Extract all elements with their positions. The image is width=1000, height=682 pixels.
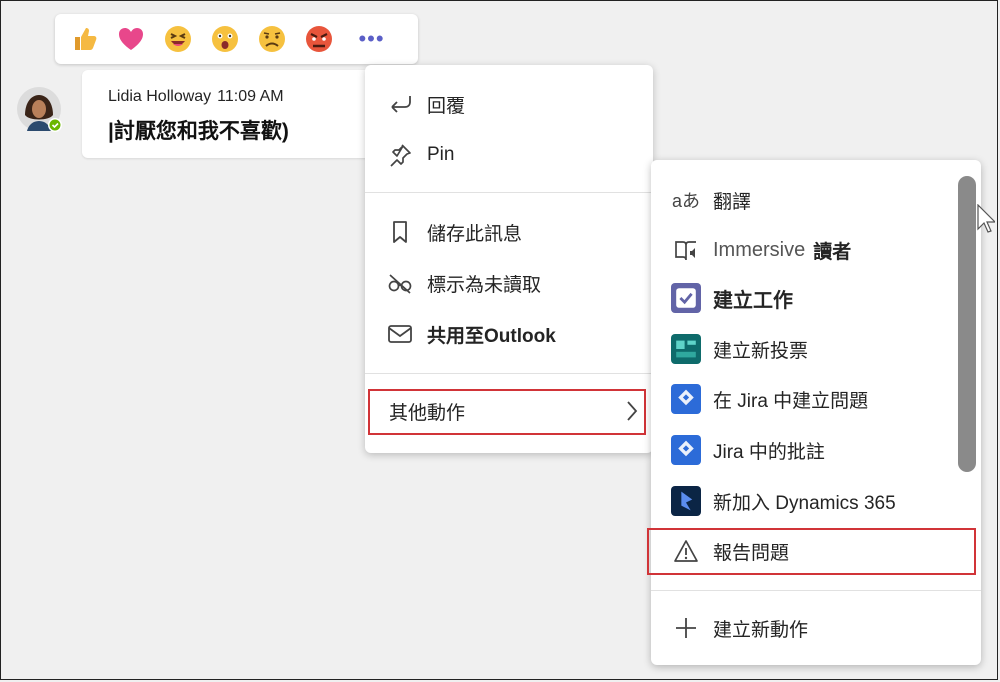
menu-separator	[365, 373, 653, 374]
glasses-off-icon	[385, 268, 415, 298]
immersive-suffix: 讀者	[813, 241, 852, 263]
message-text: |討厭您和我不喜歡)	[108, 120, 289, 143]
dynamics-label: 新加入 Dynamics 365	[713, 492, 896, 514]
message-context-menu: 回覆 Pin 儲存此訊息 標示為未讀取 共用至Outlook 其他動作	[365, 65, 653, 453]
dynamics-icon	[671, 486, 701, 516]
message-header: Lidia Holloway 11:09 AM	[108, 88, 290, 106]
dynamics-menu-item[interactable]: 新加入 Dynamics 365	[671, 481, 896, 521]
message-bubble[interactable]: Lidia Holloway 11:09 AM |討厭您和我不喜歡)	[82, 70, 382, 158]
surprised-reaction-icon[interactable]	[209, 24, 240, 55]
translate-icon: aあ	[671, 191, 700, 211]
translate-menu-item[interactable]: aあ 翻譯	[671, 180, 751, 220]
mail-icon	[385, 319, 415, 349]
tasks-app-icon	[671, 283, 701, 313]
avatar[interactable]	[15, 85, 63, 133]
new-poll-label: 建立新投票	[713, 340, 809, 362]
heart-reaction-icon[interactable]	[115, 24, 146, 55]
jira-icon	[671, 435, 701, 465]
submenu-scrollbar[interactable]	[958, 176, 976, 472]
reaction-bar: •••	[55, 14, 418, 64]
jira-icon	[671, 384, 701, 414]
poll-app-icon	[671, 334, 701, 364]
highlight-report-problem	[647, 528, 976, 575]
mouse-cursor-icon	[977, 203, 997, 239]
more-actions-submenu: aあ 翻譯 Immersive 讀者 建立工作 建立新投票 在 Jira 中建立…	[647, 160, 981, 665]
share-outlook-label: 共用至Outlook	[427, 325, 556, 347]
highlight-more-actions	[368, 389, 646, 435]
bookmark-icon	[385, 217, 415, 247]
pin-menu-item[interactable]: Pin	[385, 135, 454, 175]
create-task-menu-item[interactable]: 建立工作	[671, 278, 793, 318]
like-reaction-icon[interactable]	[68, 24, 99, 55]
jira-comment-label: Jira 中的批註	[713, 441, 825, 463]
create-task-label: 建立工作	[713, 289, 793, 312]
share-outlook-menu-item[interactable]: 共用至Outlook	[385, 314, 556, 354]
immersive-reader-menu-item[interactable]: Immersive 讀者	[671, 230, 851, 270]
angry-reaction-icon[interactable]	[303, 24, 334, 55]
jira-create-issue-label: 在 Jira 中建立問題	[713, 390, 869, 412]
plus-icon	[671, 613, 701, 643]
menu-separator	[651, 590, 981, 591]
message-time: 11:09 AM	[217, 88, 284, 105]
immersive-reader-icon	[671, 235, 701, 265]
menu-separator	[365, 192, 653, 193]
reply-icon	[385, 89, 415, 119]
reply-menu-item[interactable]: 回覆	[385, 84, 465, 124]
translate-label: 翻譯	[713, 191, 752, 213]
pin-label: Pin	[427, 144, 455, 165]
create-new-action-label: 建立新動作	[713, 619, 809, 641]
new-poll-menu-item[interactable]: 建立新投票	[671, 329, 808, 369]
jira-create-issue-menu-item[interactable]: 在 Jira 中建立問題	[671, 379, 868, 419]
save-message-menu-item[interactable]: 儲存此訊息	[385, 212, 522, 252]
mark-unread-label: 標示為未讀取	[427, 274, 542, 296]
create-new-action-menu-item[interactable]: 建立新動作	[671, 608, 808, 648]
save-message-label: 儲存此訊息	[427, 223, 523, 245]
mark-unread-menu-item[interactable]: 標示為未讀取	[385, 263, 541, 303]
reply-label: 回覆	[427, 95, 466, 117]
author-name: Lidia Holloway	[108, 88, 212, 105]
pin-icon	[385, 140, 415, 170]
laugh-reaction-icon[interactable]	[162, 24, 193, 55]
more-options-icon[interactable]: •••	[356, 24, 387, 55]
immersive-prefix: Immersive	[713, 238, 806, 261]
jira-comment-menu-item[interactable]: Jira 中的批註	[671, 430, 825, 470]
sad-reaction-icon[interactable]	[256, 24, 287, 55]
